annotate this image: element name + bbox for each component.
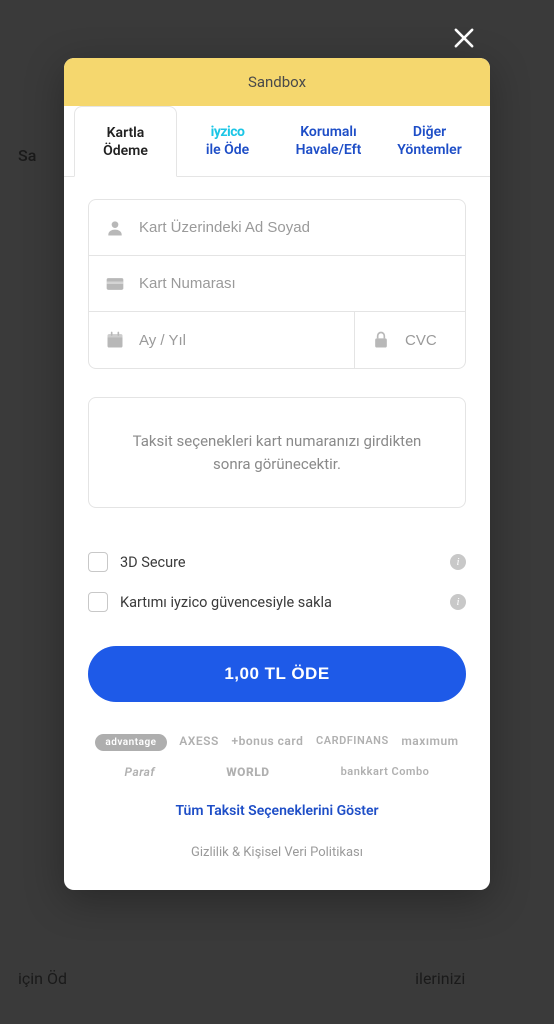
cardholder-name-input[interactable] [139,219,449,236]
modal-header: Sandbox [64,58,490,106]
info-icon[interactable]: i [450,554,466,570]
lock-icon [371,330,391,350]
close-icon[interactable] [450,24,478,52]
logo-axess: AXESS [179,734,219,751]
cardholder-name-field[interactable] [89,200,465,256]
tab-other-methods[interactable]: DiğerYöntemler [379,106,480,176]
logo-paraf: Paraf [125,765,156,779]
pay-button[interactable]: 1,00 TL ÖDE [88,646,466,702]
installment-info-box: Taksit seçenekleri kart numaranızı girdi… [88,397,466,508]
logo-advantage: advantage [95,734,166,751]
expiry-field[interactable] [89,312,355,368]
tab-bank-transfer[interactable]: KorumalıHavale/Eft [278,106,379,176]
expiry-input[interactable] [139,332,338,349]
logo-maximum: maxımum [401,734,458,751]
secure3d-label: 3D Secure [120,554,450,571]
save-card-checkbox[interactable] [88,592,108,612]
card-number-field[interactable] [89,256,465,312]
secure3d-checkbox[interactable] [88,552,108,572]
card-number-input[interactable] [139,275,449,292]
payment-tabs: KartlaÖdeme iyzicoile Öde KorumalıHavale… [64,106,490,177]
calendar-icon [105,330,125,350]
card-brand-logos: advantage AXESS +bonus card CARDFINANS m… [88,734,466,779]
tab-iyzico-pay[interactable]: iyzicoile Öde [177,106,278,176]
logo-cardfinans: CARDFINANS [316,734,389,751]
cvc-input[interactable] [405,332,466,349]
cvc-field[interactable] [355,312,466,368]
person-icon [105,218,125,238]
secure3d-row: 3D Secure i [88,542,466,582]
logo-world: WORLD [226,765,269,779]
logo-bonus: +bonus card [231,734,303,751]
tab-card-payment[interactable]: KartlaÖdeme [74,106,177,177]
save-card-label: Kartımı iyzico güvencesiyle sakla [120,594,450,611]
card-icon [105,274,125,294]
background-text-fragment: için Öd . ilerinizi [0,969,554,988]
privacy-policy-link[interactable]: Gizlilik & Kişisel Veri Politikası [88,845,466,860]
info-icon[interactable]: i [450,594,466,610]
save-card-row: Kartımı iyzico güvencesiyle sakla i [88,582,466,622]
background-text-fragment: Sa [18,146,36,165]
card-fields-group [88,199,466,369]
show-all-installments-link[interactable]: Tüm Taksit Seçeneklerini Göster [88,803,466,819]
payment-modal: Sandbox KartlaÖdeme iyzicoile Öde Koruma… [64,58,490,890]
logo-bankkart: bankkart Combo [341,765,430,779]
